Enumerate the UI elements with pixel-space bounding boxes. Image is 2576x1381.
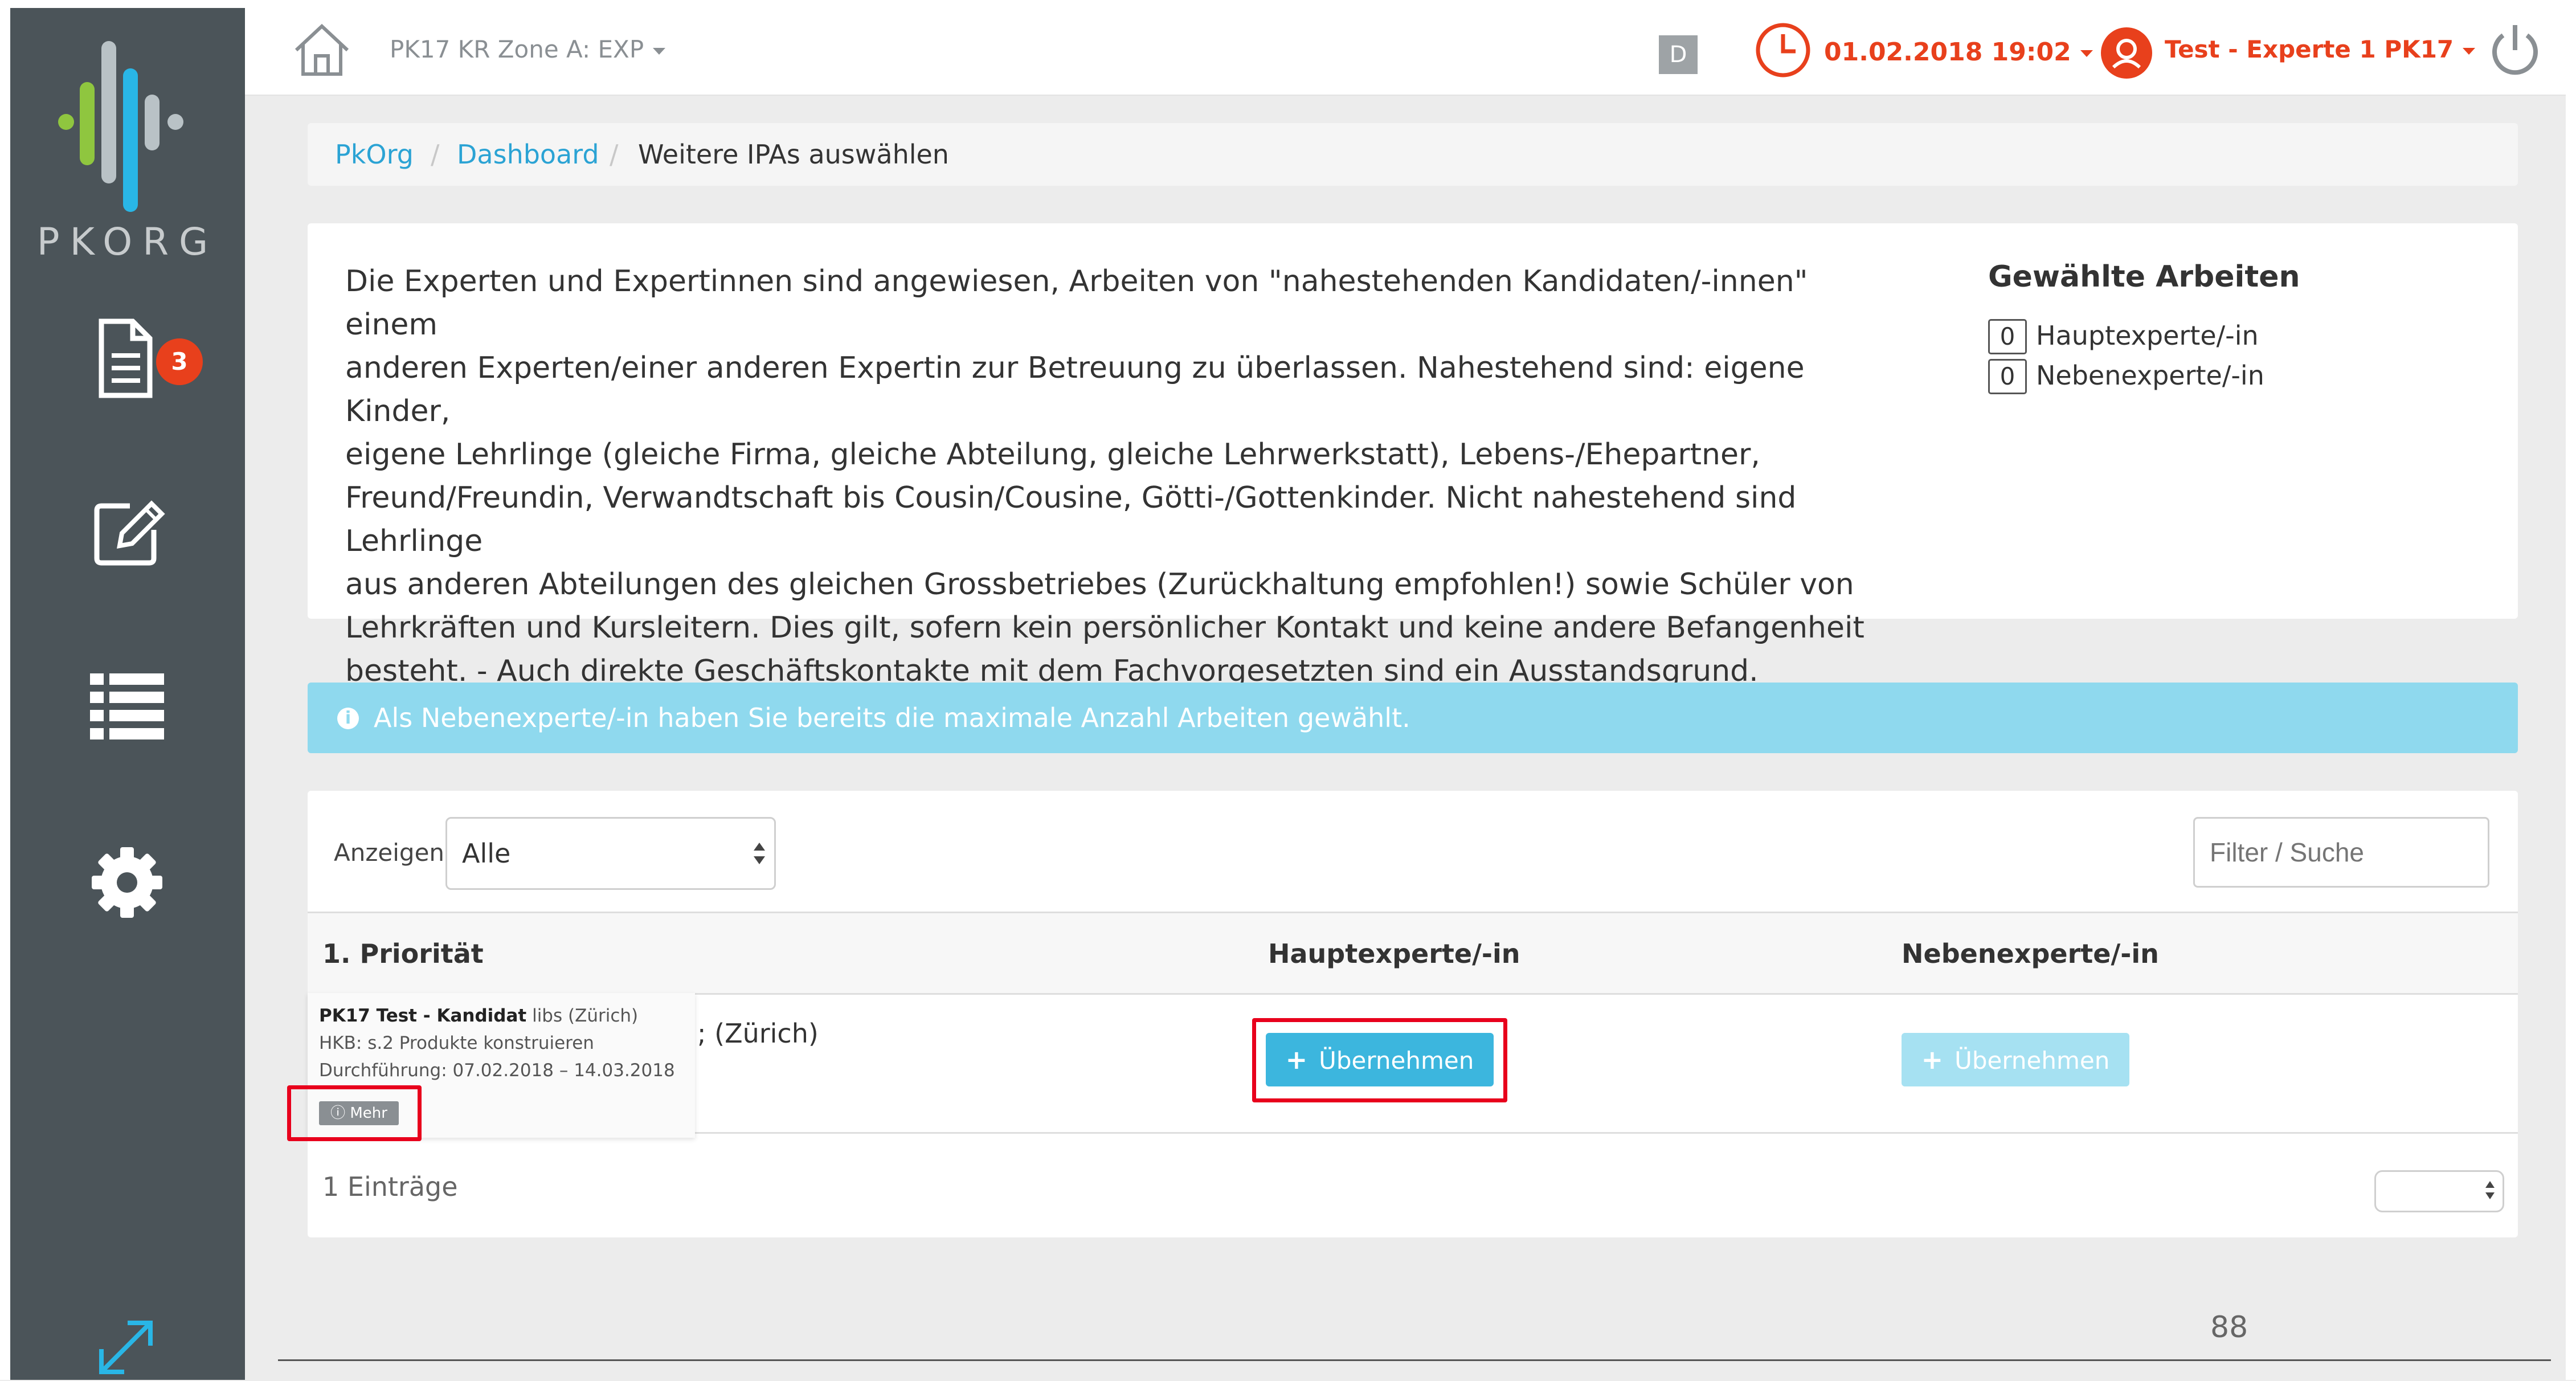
guidelines-line: Die Experten und Expertinnen sind angewi…	[345, 264, 1808, 342]
logout-button[interactable]	[2484, 18, 2546, 81]
column-header-side-expert: Nebenexperte/-in	[1902, 938, 2159, 969]
logo-bar-blue	[123, 68, 138, 212]
chosen-main-expert: 0 Hauptexperte/-in	[1988, 319, 2259, 354]
user-icon	[2112, 39, 2141, 69]
page-number: 88	[2210, 1310, 2248, 1345]
guidelines-text: Die Experten und Expertinnen sind angewi…	[345, 260, 1906, 693]
info-icon: i	[337, 708, 359, 729]
sidebar-toggle[interactable]	[95, 1316, 157, 1379]
logo: PKORG	[10, 31, 245, 264]
page-divider	[278, 1359, 2551, 1361]
logo-bar-short	[145, 95, 160, 150]
user-dropdown[interactable]: Test - Experte 1 PK17	[2165, 35, 2476, 63]
breadcrumb-current: Weitere IPAs auswählen	[638, 139, 949, 170]
tooltip-candidate-line: PK17 Test - Kandidat libs (Zürich)	[319, 1006, 638, 1026]
page-frame-left	[0, 0, 10, 1380]
candidate-company-partial: ; (Zürich)	[697, 1018, 819, 1049]
chevron-down-icon	[653, 47, 666, 55]
highlight-take-main-button	[1252, 1018, 1507, 1102]
side-expert-label: Nebenexperte/-in	[2036, 360, 2264, 391]
show-select-value: Alle	[462, 838, 511, 869]
chevron-down-icon	[2463, 47, 2476, 55]
guidelines-line: Lehrkräften und Kursleitern. Dies gilt, …	[345, 611, 1864, 645]
breadcrumb-separator: /	[610, 139, 619, 170]
sidebar-item-edit[interactable]	[84, 490, 170, 575]
works-table-panel: Anzeigen Alle 1. Priorität Hauptexperte/…	[287, 791, 2518, 1237]
main-expert-label: Hauptexperte/-in	[2036, 320, 2259, 351]
breadcrumb-separator: /	[431, 139, 440, 170]
sidebar-item-settings[interactable]	[84, 840, 170, 925]
list-icon	[90, 673, 164, 739]
breadcrumb-dashboard-link[interactable]: Dashboard	[457, 123, 599, 186]
edit-icon	[94, 500, 165, 566]
zone-label: PK17 KR Zone A: EXP	[390, 35, 644, 63]
top-bar: PK17 KR Zone A: EXP D 01.02.2018 19:02 T…	[245, 8, 2566, 96]
page-frame-top	[0, 0, 2576, 8]
side-expert-count: 0	[1988, 359, 2027, 394]
info-alert: i Als Nebenexperte/-in haben Sie bereits…	[308, 683, 2518, 753]
take-side-expert-label: Übernehmen	[1955, 1047, 2110, 1074]
page-length-select[interactable]	[2374, 1170, 2504, 1212]
logo-bar-grey	[101, 41, 116, 183]
datetime-dropdown[interactable]: 01.02.2018 19:02	[1824, 38, 2093, 67]
info-panel: Die Experten und Expertinnen sind angewi…	[308, 223, 2518, 688]
chevron-down-icon	[2080, 50, 2093, 57]
column-header-main-expert: Hauptexperte/-in	[1268, 938, 1520, 969]
highlight-more-button	[287, 1085, 422, 1141]
guidelines-line: eigene Lehrlinge (gleiche Firma, gleiche…	[345, 438, 1760, 472]
zone-dropdown[interactable]: PK17 KR Zone A: EXP	[390, 35, 666, 63]
notification-badge: 3	[153, 335, 206, 389]
main-expert-count: 0	[1988, 319, 2027, 354]
take-side-expert-button[interactable]: + Übernehmen	[1902, 1033, 2129, 1086]
datetime-label: 01.02.2018 19:02	[1824, 38, 2071, 67]
page-frame-right	[2566, 0, 2576, 1380]
show-label: Anzeigen	[334, 839, 445, 867]
clock-button[interactable]	[1753, 21, 1813, 80]
tooltip-candidate-company: libs (Zürich)	[532, 1006, 639, 1026]
home-icon	[295, 23, 349, 76]
guidelines-line: aus anderen Abteilungen des gleichen Gro…	[345, 567, 1854, 602]
column-header-priority: 1. Priorität	[322, 938, 484, 969]
user-avatar[interactable]	[2101, 27, 2152, 79]
alert-text: Als Nebenexperte/-in haben Sie bereits d…	[374, 702, 1410, 733]
show-select[interactable]: Alle	[445, 817, 776, 890]
logo-text: PKORG	[36, 220, 219, 264]
clock-icon	[1756, 23, 1810, 77]
expand-icon	[99, 1321, 153, 1374]
settings-icon	[92, 847, 162, 918]
filter-search-input[interactable]	[2193, 817, 2489, 888]
tooltip-hkb: HKB: s.2 Produkte konstruieren	[319, 1033, 594, 1053]
sidebar-item-list[interactable]	[84, 663, 170, 749]
logo-dot-left	[58, 114, 74, 130]
select-arrows-icon	[754, 843, 765, 864]
table-header: 1. Priorität Hauptexperte/-in Nebenexper…	[308, 912, 2518, 995]
tooltip-candidate-name: PK17 Test - Kandidat	[319, 1006, 527, 1026]
sidebar: PKORG 3	[10, 8, 245, 1380]
user-name-label: Test - Experte 1 PK17	[2165, 35, 2454, 63]
logo-dot-right	[167, 114, 183, 130]
breadcrumb-pkorg-link[interactable]: PkOrg	[335, 123, 414, 186]
mode-badge[interactable]: D	[1659, 35, 1698, 74]
home-button[interactable]	[291, 18, 353, 81]
chosen-works-title: Gewählte Arbeiten	[1988, 260, 2300, 294]
logo-bar-green	[80, 82, 95, 165]
guidelines-line: anderen Experten/einer anderen Expertin …	[345, 351, 1805, 428]
chosen-side-expert: 0 Nebenexperte/-in	[1988, 359, 2264, 394]
tooltip-period: Durchführung: 07.02.2018 – 14.03.2018	[319, 1060, 675, 1081]
breadcrumb: PkOrg / Dashboard / Weitere IPAs auswähl…	[308, 123, 2518, 186]
table-row: ; (Zürich) PK17 Test - Kandidat libs (Zü…	[287, 993, 2518, 1141]
guidelines-line: Freund/Freundin, Verwandtschaft bis Cous…	[345, 481, 1797, 558]
entries-count: 1 Einträge	[322, 1171, 458, 1202]
select-arrows-icon	[2485, 1181, 2495, 1199]
plus-icon: +	[1921, 1044, 1944, 1075]
power-icon	[2492, 25, 2538, 75]
